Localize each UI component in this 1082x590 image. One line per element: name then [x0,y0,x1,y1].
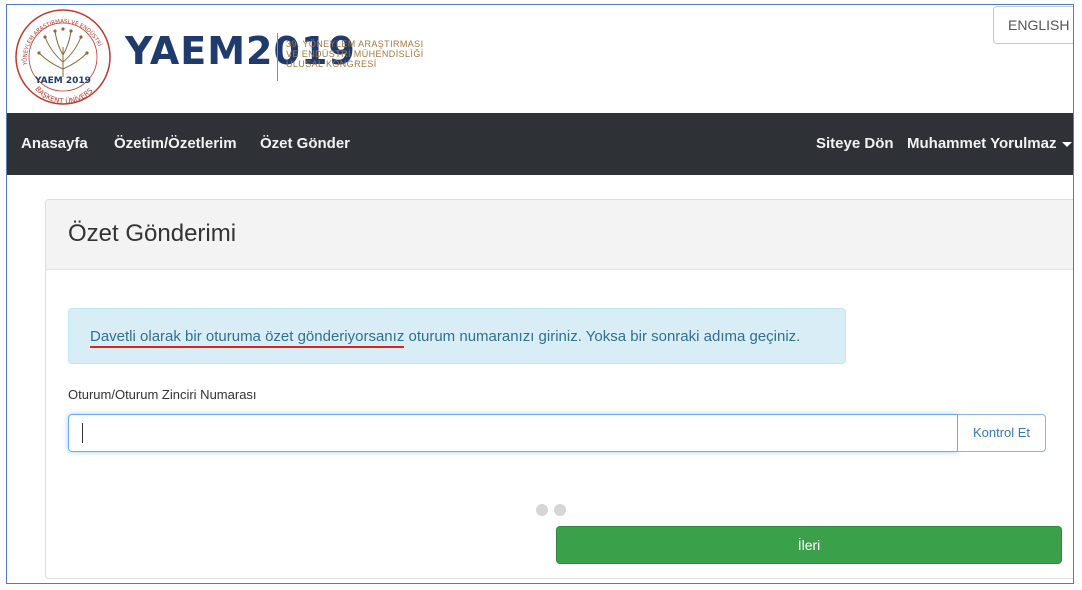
step-indicator-dot [536,504,548,516]
nav-item-my-abstracts[interactable]: Özetim/Özetlerim [114,135,237,152]
alert-underlined-text: Davetli olarak bir oturuma özet gönderiy… [90,328,405,348]
nav-item-home[interactable]: Anasayfa [21,135,88,152]
text-cursor [82,423,83,443]
caret-down-icon [1062,141,1073,147]
brand-subtitle-line: VE ENDÜSTRİ MÜHENDİSLİĞİ [286,49,424,59]
session-number-input[interactable] [68,414,958,452]
info-alert-text: Davetli olarak bir oturuma özet gönderiy… [90,328,801,348]
svg-text:YAEM 2019: YAEM 2019 [34,76,91,86]
site-header: YÖNEYLEM ARAŞTIRMASI VE ENDÜSTRİ BAŞKENT… [7,5,1073,113]
session-number-label: Oturum/Oturum Zinciri Numarası [68,387,257,402]
step-indicator-dot [554,504,566,516]
nav-item-submit-abstract[interactable]: Özet Gönder [260,135,350,152]
brand-subtitle-line: ULUSAL KONGRESİ [286,59,377,69]
page-title: Özet Gönderimi [68,220,237,247]
university-seal-logo[interactable]: YÖNEYLEM ARAŞTIRMASI VE ENDÜSTRİ BAŞKENT… [13,7,113,107]
next-button[interactable]: İleri [556,526,1062,564]
abstract-submission-panel: Özet Gönderimi Davetli olarak bir oturum… [45,199,1073,579]
browser-frame: YÖNEYLEM ARAŞTIRMASI VE ENDÜSTRİ BAŞKENT… [6,4,1074,584]
panel-heading: Özet Gönderimi [46,200,1073,270]
brand-subtitle-line: 39. YÖNEYLEM ARAŞTIRMASI [286,39,424,49]
alert-rest-text: oturum numaranızı giriniz. Yoksa bir son… [404,328,801,345]
user-name: Muhammet Yorulmaz [907,135,1057,152]
brand-subtitle: 39. YÖNEYLEM ARAŞTIRMASI VE ENDÜSTRİ MÜH… [286,39,424,69]
language-switch-button[interactable]: ENGLISH (E [993,6,1073,44]
main-navbar: Anasayfa Özetim/Özetlerim Özet Gönder Si… [7,113,1073,175]
user-menu-dropdown[interactable]: Muhammet Yorulmaz [907,135,1073,152]
info-alert: Davetli olarak bir oturuma özet gönderiy… [68,308,846,364]
nav-item-back-to-site[interactable]: Siteye Dön [816,135,894,152]
check-button[interactable]: Kontrol Et [958,414,1046,452]
brand-separator [277,33,278,81]
